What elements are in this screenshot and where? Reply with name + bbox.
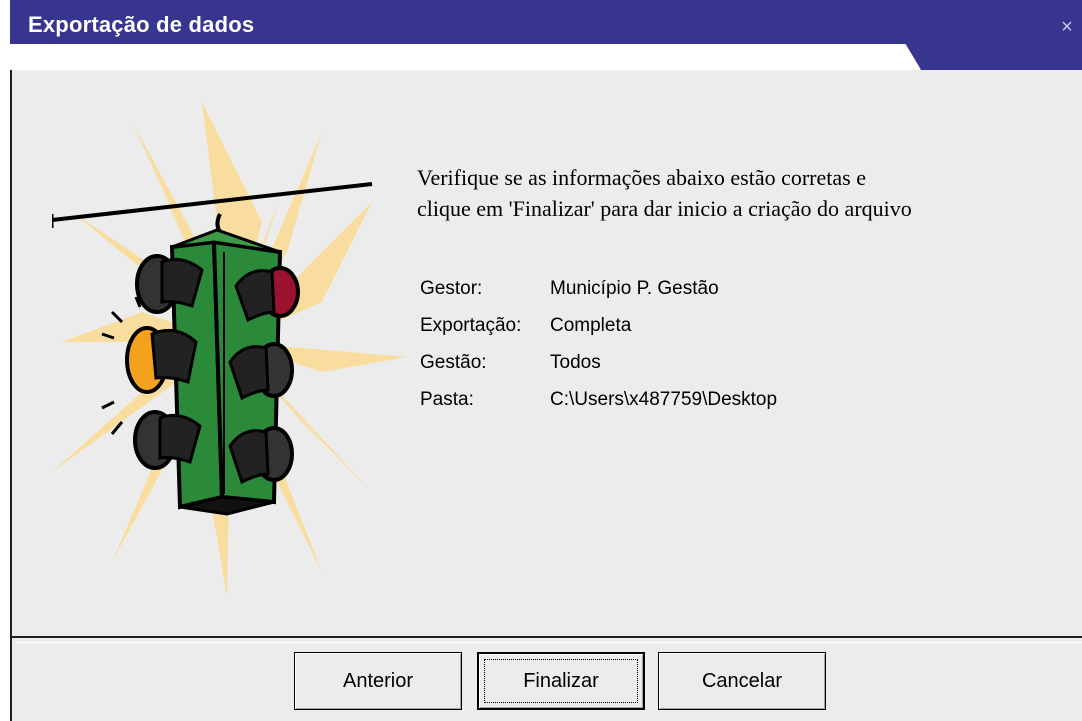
left-lamps (125, 254, 204, 470)
back-button-label: Anterior (342, 669, 414, 692)
message-line-2: clique em 'Finalizar' para dar inicio a … (417, 196, 912, 221)
summary-label: Pasta: (420, 389, 474, 410)
wire (52, 182, 373, 222)
window-title: Exportação de dados (28, 12, 255, 37)
close-icon[interactable]: × (1058, 17, 1076, 37)
focus-rect (484, 659, 638, 703)
summary-value: Completa (550, 315, 632, 336)
traffic-light-icon (52, 102, 407, 597)
message-line-1: Verifique se as informações abaixo estão… (417, 165, 866, 190)
cancel-button[interactable]: Cancelar (658, 652, 826, 710)
button-bar: Anterior Finalizar Cancelar (10, 636, 1082, 721)
summary-value: Todos (550, 352, 601, 373)
cancel-button-label: Cancelar (701, 669, 783, 692)
back-button[interactable]: Anterior (294, 652, 462, 710)
summary-label: Gestão: (420, 352, 487, 373)
summary-value: C:\Users\x487759\Desktop (550, 389, 778, 410)
right-lamps (228, 266, 300, 485)
title-bar: Exportação de dados × (10, 0, 1082, 70)
summary-label: Gestor: (420, 278, 483, 299)
instruction-message: Verifique se as informações abaixo estão… (417, 162, 1077, 224)
finish-button[interactable]: Finalizar (477, 652, 645, 710)
summary-value: Município P. Gestão (550, 278, 719, 299)
divider (16, 642, 1082, 643)
summary-label: Exportação: (420, 315, 522, 336)
dialog-content: Verifique se as informações abaixo estão… (10, 70, 1082, 636)
